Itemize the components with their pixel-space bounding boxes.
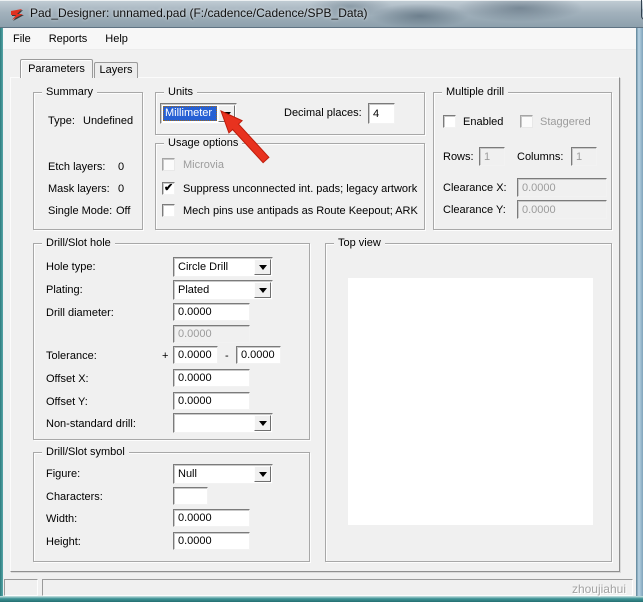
multiple-drill-enabled-label: Enabled <box>463 116 503 129</box>
summary-type-label: Type: <box>48 115 75 128</box>
window-border-bottom <box>0 596 643 602</box>
hole-type-combobox[interactable]: Circle Drill <box>173 257 273 277</box>
window-border-left <box>0 28 3 602</box>
summary-group-title: Summary <box>42 86 97 98</box>
symbol-height-input[interactable] <box>173 532 250 550</box>
summary-mask-layers-value: 0 <box>118 183 124 196</box>
status-cell-left <box>4 579 38 596</box>
drill-diameter-label: Drill diameter: <box>46 307 114 320</box>
columns-input <box>571 147 597 166</box>
watermark-text: zhoujiahui <box>572 582 626 596</box>
figure-dropdown-arrow-icon[interactable] <box>254 466 271 482</box>
suppress-unconnected-label: Suppress unconnected int. pads; legacy a… <box>183 183 417 196</box>
tolerance-label: Tolerance: <box>46 350 97 363</box>
top-view-preview-canvas <box>348 278 593 525</box>
symbol-width-input[interactable] <box>173 509 250 527</box>
characters-label: Characters: <box>46 491 103 504</box>
top-view-group-title: Top view <box>334 237 385 249</box>
checkmark-icon: ✔ <box>164 181 173 194</box>
summary-single-mode-label: Single Mode: <box>48 205 112 218</box>
summary-mask-layers-label: Mask layers: <box>48 183 110 196</box>
tolerance-plus-sign: + <box>162 350 168 363</box>
menu-reports[interactable]: Reports <box>41 30 96 48</box>
hole-type-label: Hole type: <box>46 261 96 274</box>
plating-label: Plating: <box>46 284 83 297</box>
drill-slot-symbol-group-title: Drill/Slot symbol <box>42 446 129 458</box>
suppress-unconnected-checkbox[interactable]: ✔ <box>162 182 175 195</box>
tab-parameters[interactable]: Parameters <box>20 59 93 78</box>
summary-etch-layers-label: Etch layers: <box>48 161 105 174</box>
decimal-places-label: Decimal places: <box>284 107 362 120</box>
plating-value: Plated <box>176 283 253 297</box>
units-group-title: Units <box>164 86 197 98</box>
plating-dropdown-arrow-icon[interactable] <box>254 282 271 298</box>
non-standard-drill-dropdown-arrow-icon[interactable] <box>254 415 271 431</box>
symbol-width-label: Width: <box>46 513 77 526</box>
title-bar: Pad_Designer: unnamed.pad (F:/cadence/Ca… <box>0 0 643 28</box>
non-standard-drill-value <box>176 416 253 430</box>
mech-pins-label: Mech pins use antipads as Route Keepout;… <box>183 205 418 218</box>
hole-type-value: Circle Drill <box>176 260 253 274</box>
offset-x-input[interactable] <box>173 369 250 387</box>
offset-x-label: Offset X: <box>46 373 89 386</box>
summary-etch-layers-value: 0 <box>118 161 124 174</box>
tolerance-minus-sign: - <box>225 350 229 363</box>
non-standard-drill-combobox[interactable] <box>173 413 273 433</box>
summary-type-value: Undefined <box>83 115 133 128</box>
units-selected-value: Millimeter <box>163 106 217 121</box>
clearance-x-label: Clearance X: <box>443 182 507 195</box>
multiple-drill-group-title: Multiple drill <box>442 86 508 98</box>
pad-designer-window: Pad_Designer: unnamed.pad (F:/cadence/Ca… <box>0 0 643 602</box>
multiple-drill-staggered-checkbox <box>520 115 533 128</box>
usage-options-group-title: Usage options <box>164 137 242 149</box>
drill-slot-hole-group-title: Drill/Slot hole <box>42 237 115 249</box>
clearance-y-label: Clearance Y: <box>443 204 506 217</box>
units-combobox[interactable]: Millimeter <box>160 103 237 124</box>
mech-pins-checkbox[interactable] <box>162 204 175 217</box>
columns-label: Columns: <box>517 151 563 164</box>
units-dropdown-arrow-icon[interactable] <box>218 105 235 122</box>
multiple-drill-staggered-label: Staggered <box>540 116 591 129</box>
multiple-drill-enabled-checkbox[interactable] <box>443 115 456 128</box>
menu-help[interactable]: Help <box>97 30 136 48</box>
rows-label: Rows: <box>443 151 474 164</box>
drill-diameter-secondary-input <box>173 325 250 343</box>
microvia-label: Microvia <box>183 159 224 172</box>
tab-layers[interactable]: Layers <box>94 62 138 78</box>
clearance-y-input <box>517 200 607 219</box>
characters-input[interactable] <box>173 487 208 505</box>
drill-diameter-input[interactable] <box>173 303 250 321</box>
window-title: Pad_Designer: unnamed.pad (F:/cadence/Ca… <box>30 6 368 20</box>
menu-file[interactable]: File <box>5 30 39 48</box>
symbol-height-label: Height: <box>46 536 81 549</box>
menu-bar: File Reports Help <box>3 28 636 50</box>
clearance-x-input <box>517 178 607 197</box>
rows-input <box>479 147 505 166</box>
summary-single-mode-value: Off <box>116 205 130 218</box>
window-border-right <box>636 28 643 602</box>
decimal-places-input[interactable] <box>368 103 395 124</box>
plating-combobox[interactable]: Plated <box>173 280 273 300</box>
figure-label: Figure: <box>46 468 80 481</box>
offset-y-label: Offset Y: <box>46 396 88 409</box>
hole-type-dropdown-arrow-icon[interactable] <box>254 259 271 275</box>
tolerance-minus-input[interactable] <box>236 346 281 364</box>
figure-value: Null <box>176 467 253 481</box>
non-standard-drill-label: Non-standard drill: <box>46 418 136 431</box>
microvia-checkbox <box>162 158 175 171</box>
app-icon <box>8 6 24 22</box>
figure-combobox[interactable]: Null <box>173 464 273 484</box>
tolerance-plus-input[interactable] <box>173 346 218 364</box>
offset-y-input[interactable] <box>173 392 250 410</box>
status-cell-main: zhoujiahui <box>42 579 633 596</box>
